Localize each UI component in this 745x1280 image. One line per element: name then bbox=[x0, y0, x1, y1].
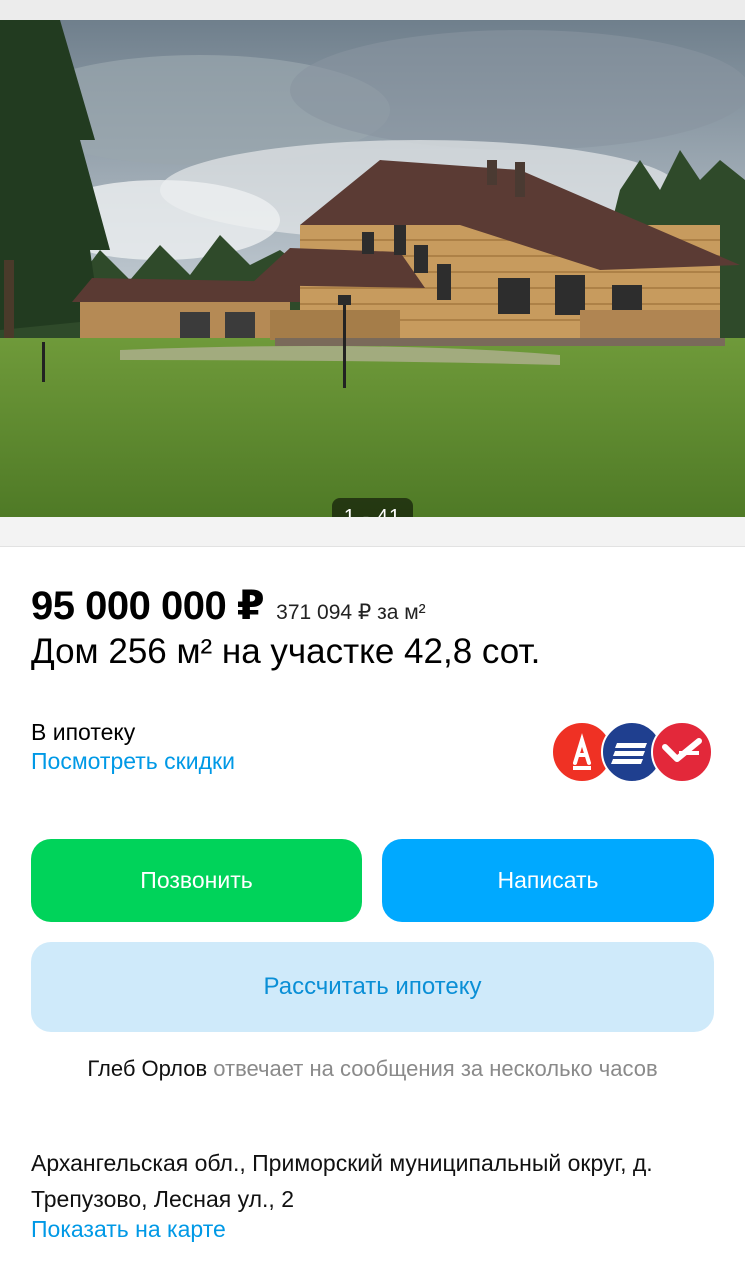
price-per-square-meter: 371 094 ₽ за м² bbox=[276, 601, 426, 624]
write-message-button[interactable]: Написать bbox=[382, 839, 714, 922]
seller-response-note: отвечает на сообщения за несколько часов bbox=[213, 1056, 658, 1081]
photo-counter-badge: 1 - 41 bbox=[332, 498, 413, 517]
price: 95 000 000 ₽ bbox=[31, 584, 265, 628]
price-row: 95 000 000 ₽ 371 094 ₽ за м² bbox=[31, 583, 426, 629]
log-house-photo bbox=[0, 20, 745, 517]
seller-info: Глеб Орлов отвечает на сообщения за неск… bbox=[0, 1056, 745, 1082]
call-button[interactable]: Позвонить bbox=[31, 839, 362, 922]
seller-name[interactable]: Глеб Орлов bbox=[87, 1056, 207, 1081]
address: Архангельская обл., Приморский муниципал… bbox=[31, 1150, 653, 1212]
partner-banks[interactable] bbox=[551, 721, 713, 783]
status-bar-strip bbox=[0, 0, 745, 20]
listing-title: Дом 256 м² на участке 42,8 сот. bbox=[31, 632, 541, 671]
calculate-mortgage-button[interactable]: Рассчитать ипотеку bbox=[31, 942, 714, 1032]
mortgage-label: В ипотеку bbox=[31, 719, 136, 745]
view-discounts-link[interactable]: Посмотреть скидки bbox=[31, 748, 235, 775]
photo-gallery[interactable]: 1 - 41 bbox=[0, 20, 745, 517]
vtb-bank-icon bbox=[651, 721, 713, 783]
show-on-map-link[interactable]: Показать на карте bbox=[31, 1216, 226, 1243]
gallery-divider bbox=[0, 517, 745, 547]
